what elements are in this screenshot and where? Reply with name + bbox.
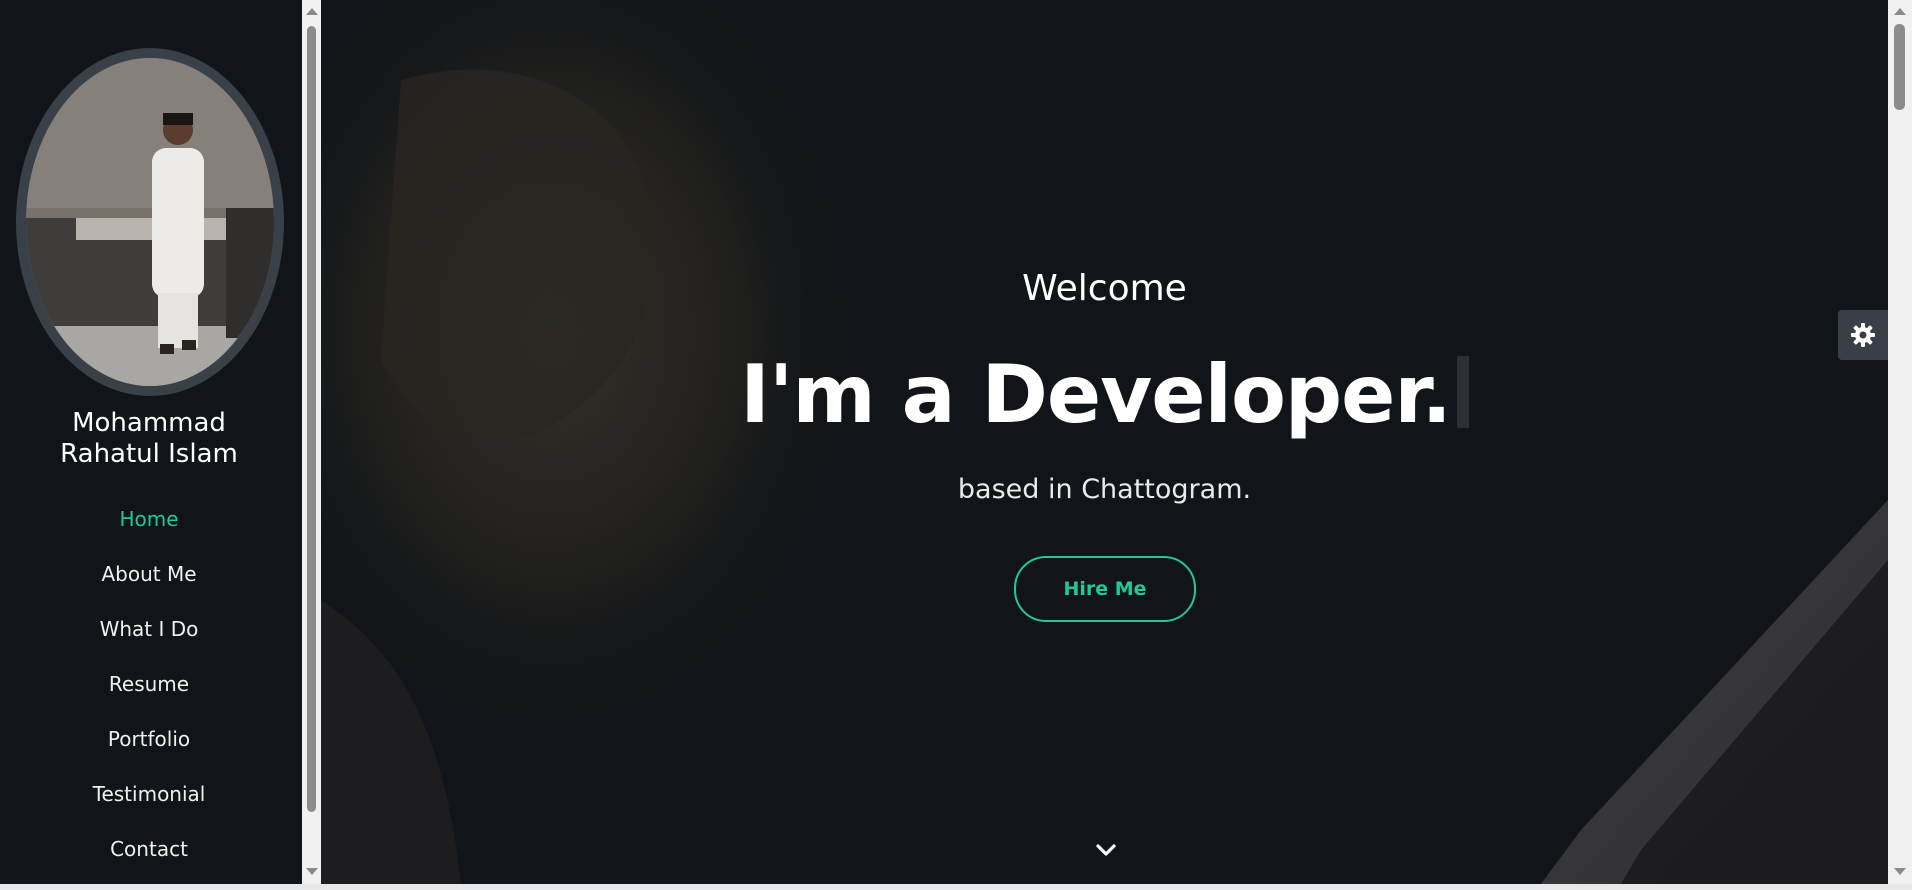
page-scroll-up-arrow-icon[interactable] (1894, 8, 1906, 15)
nav-item-resume[interactable]: Resume (0, 665, 298, 720)
nav-item-home[interactable]: Home (0, 500, 298, 555)
scroll-down-arrow-icon[interactable] (306, 868, 318, 875)
owner-name-line1: Mohammad (72, 408, 226, 438)
owner-name: Mohammad Rahatul Islam (0, 408, 298, 470)
nav-item-contact[interactable]: Contact (0, 830, 298, 884)
hero-welcome: Welcome (1022, 268, 1187, 309)
settings-button[interactable] (1838, 310, 1888, 360)
nav-item-what-i-do[interactable]: What I Do (0, 610, 298, 665)
hero-background-image (321, 0, 1888, 884)
chevron-down-icon[interactable] (1094, 838, 1118, 862)
nav-item-about-me[interactable]: About Me (0, 555, 298, 610)
gear-icon (1851, 323, 1875, 347)
page-frame: Mohammad Rahatul Islam Home About Me Wha… (0, 0, 1912, 884)
page-scrollbar[interactable] (1888, 0, 1912, 884)
sidebar: Mohammad Rahatul Islam Home About Me Wha… (0, 0, 302, 884)
sidebar-scrollbar[interactable] (302, 0, 321, 884)
owner-name-line2: Rahatul Islam (60, 439, 238, 469)
nav-item-portfolio[interactable]: Portfolio (0, 720, 298, 775)
hero-subtitle: based in Chattogram. (957, 474, 1252, 505)
sidebar-scrollbar-thumb[interactable] (307, 26, 316, 812)
avatar (26, 58, 274, 386)
page-scroll-down-arrow-icon[interactable] (1894, 868, 1906, 875)
typing-cursor (1456, 356, 1469, 428)
hero-section: Welcome I'm a Developer. based in Chatto… (321, 0, 1888, 884)
hero-headline-text: I'm a Developer. (740, 348, 1452, 441)
page-scrollbar-thumb[interactable] (1894, 24, 1905, 110)
hire-me-button[interactable]: Hire Me (1014, 556, 1196, 622)
scroll-up-arrow-icon[interactable] (306, 8, 318, 15)
sidebar-nav: Home About Me What I Do Resume Portfolio… (0, 500, 298, 884)
avatar-ring (16, 48, 284, 396)
avatar-photo (26, 58, 274, 386)
nav-item-testimonial[interactable]: Testimonial (0, 775, 298, 830)
hero-headline: I'm a Developer. (321, 348, 1888, 441)
